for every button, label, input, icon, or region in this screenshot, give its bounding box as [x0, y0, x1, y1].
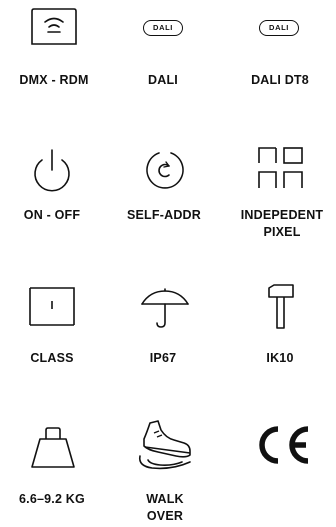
pixel-grid-icon [258, 147, 303, 188]
dali-badge-icon: DALI [143, 20, 183, 36]
feature-label: DALI DT8 [251, 73, 309, 87]
feature-label: OVER [146, 509, 184, 523]
hammer-icon [268, 284, 294, 329]
feature-label: 6.6–9.2 KG [19, 492, 85, 506]
shoe-icon [138, 420, 191, 470]
feature-label: ON - OFF [23, 208, 81, 222]
feature-label: WALK [146, 492, 184, 506]
feature-label: IK10 [266, 351, 294, 365]
feature-label: CLASS [30, 351, 74, 365]
feature-label: SELF-ADDR [126, 208, 202, 222]
feature-label: INDEPEDENT [240, 208, 324, 222]
ce-mark-icon [259, 426, 309, 464]
feature-label: IP67 [149, 351, 177, 365]
self-addressing-icon [146, 152, 184, 189]
class-icon [29, 287, 75, 326]
power-icon [34, 149, 70, 192]
feature-label: PIXEL [263, 225, 301, 239]
weight-icon [31, 427, 75, 468]
dmx-rdm-icon [31, 8, 77, 45]
umbrella-icon [141, 288, 189, 328]
feature-label: DMX - RDM [19, 73, 89, 87]
feature-label: DALI [148, 73, 178, 87]
dali-badge-icon: DALI [259, 20, 299, 36]
